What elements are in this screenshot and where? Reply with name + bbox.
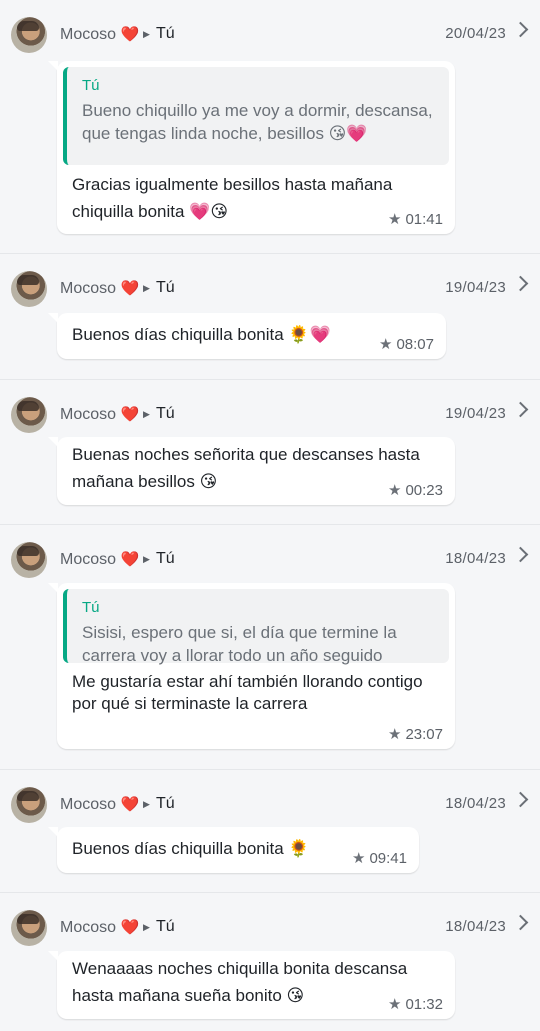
arrow-right-icon: ▶ [143,283,150,293]
message-date: 18/04/23 [445,918,506,935]
recipient-name: Tú [156,279,175,296]
message-time: 09:41 [369,850,407,867]
entry-header: Mocoso ❤️ ▶ Tú 19/04/23 [0,254,540,307]
message-time: 01:41 [405,211,443,228]
heart-icon: ❤️ [120,406,140,423]
message-text: Buenos días chiquilla bonita 🌻💗 [72,325,331,344]
heart-icon: ❤️ [120,280,140,297]
recipient-name: Tú [156,25,175,42]
message-time: 01:32 [405,996,443,1013]
sender-name: Mocoso ❤️ [60,280,140,297]
star-icon: ★ [379,336,393,353]
quoted-message[interactable]: Tú Sisisi, espero que si, el día que ter… [63,589,449,665]
starred-message-entry[interactable]: Mocoso ❤️ ▶ Tú 18/04/23 Wenaaaas noches … [0,892,540,1031]
starred-message-entry[interactable]: Mocoso ❤️ ▶ Tú 18/04/23 Tú Sisisi, esper… [0,524,540,769]
arrow-right-icon: ▶ [143,554,150,564]
message-time: 08:07 [396,336,434,353]
message-meta: ★ 01:32 [388,995,443,1013]
message-meta: ★ 00:23 [388,481,443,499]
entry-header: Mocoso ❤️ ▶ Tú 18/04/23 [0,893,540,946]
entry-header: Mocoso ❤️ ▶ Tú 20/04/23 [0,0,540,53]
message-date: 20/04/23 [445,25,506,42]
message-meta: ★ 08:07 [379,335,434,353]
chevron-right-icon[interactable] [512,401,529,418]
avatar[interactable] [11,17,47,53]
chevron-right-icon[interactable] [512,914,529,931]
avatar[interactable] [11,397,47,433]
chevron-right-icon[interactable] [512,21,529,38]
message-time: 23:07 [405,726,443,743]
entry-header: Mocoso ❤️ ▶ Tú 18/04/23 [0,525,540,578]
heart-icon: ❤️ [120,26,140,43]
quoted-author: Tú [82,77,100,94]
star-icon: ★ [388,996,402,1013]
arrow-right-icon: ▶ [143,799,150,809]
starred-message-entry[interactable]: Mocoso ❤️ ▶ Tú 18/04/23 Buenos días chiq… [0,769,540,892]
message-bubble[interactable]: Buenos días chiquilla bonita 🌻💗 ★ 08:07 [48,313,446,359]
heart-icon: ❤️ [120,551,140,568]
quoted-message[interactable]: Tú Bueno chiquillo ya me voy a dormir, d… [63,67,449,165]
sender-name: Mocoso ❤️ [60,406,140,423]
message-text: Buenos días chiquilla bonita 🌻 [72,839,310,858]
message-bubble[interactable]: Buenos días chiquilla bonita 🌻 ★ 09:41 [48,827,419,873]
message-text: Buenas noches señorita que descanses has… [72,445,420,491]
entry-header: Mocoso ❤️ ▶ Tú 19/04/23 [0,380,540,433]
chevron-right-icon[interactable] [512,275,529,292]
quoted-text: Bueno chiquillo ya me voy a dormir, desc… [82,101,433,143]
chevron-right-icon[interactable] [512,791,529,808]
sender-name: Mocoso ❤️ [60,919,140,936]
recipient-name: Tú [156,918,175,935]
recipient-name: Tú [156,795,175,812]
message-meta: ★ 01:41 [388,210,443,228]
message-text: Me gustaría estar ahí también llorando c… [72,672,423,713]
message-date: 18/04/23 [445,795,506,812]
message-meta: ★ 23:07 [388,725,443,743]
starred-message-entry[interactable]: Mocoso ❤️ ▶ Tú 19/04/23 Buenas noches se… [0,379,540,524]
message-text: Wenaaaas noches chiquilla bonita descans… [72,959,408,1005]
chevron-right-icon[interactable] [512,546,529,563]
heart-icon: ❤️ [120,919,140,936]
message-bubble[interactable]: Buenas noches señorita que descanses has… [48,437,455,505]
sender-name: Mocoso ❤️ [60,796,140,813]
avatar[interactable] [11,271,47,307]
star-icon: ★ [388,726,402,743]
quoted-author: Tú [82,599,100,616]
arrow-right-icon: ▶ [143,922,150,932]
recipient-name: Tú [156,405,175,422]
arrow-right-icon: ▶ [143,409,150,419]
star-icon: ★ [388,482,402,499]
message-date: 19/04/23 [445,279,506,296]
avatar[interactable] [11,542,47,578]
heart-icon: ❤️ [120,796,140,813]
arrow-right-icon: ▶ [143,29,150,39]
star-icon: ★ [352,850,366,867]
message-text: Gracias igualmente besillos hasta mañana… [72,175,393,221]
message-bubble[interactable]: Tú Sisisi, espero que si, el día que ter… [48,583,455,749]
recipient-name: Tú [156,550,175,567]
entry-header: Mocoso ❤️ ▶ Tú 18/04/23 [0,770,540,823]
message-time: 00:23 [405,482,443,499]
avatar[interactable] [11,910,47,946]
message-bubble[interactable]: Wenaaaas noches chiquilla bonita descans… [48,951,455,1019]
message-date: 18/04/23 [445,550,506,567]
sender-name: Mocoso ❤️ [60,26,140,43]
starred-message-entry[interactable]: Mocoso ❤️ ▶ Tú 19/04/23 Buenos días chiq… [0,253,540,379]
quoted-text: Sisisi, espero que si, el día que termin… [82,623,397,665]
message-bubble[interactable]: Tú Bueno chiquillo ya me voy a dormir, d… [48,61,455,234]
starred-message-entry[interactable]: Mocoso ❤️ ▶ Tú 20/04/23 Tú Bueno chiquil… [0,0,540,252]
message-date: 19/04/23 [445,405,506,422]
avatar[interactable] [11,787,47,823]
message-meta: ★ 09:41 [352,849,407,867]
star-icon: ★ [388,211,402,228]
sender-name: Mocoso ❤️ [60,551,140,568]
